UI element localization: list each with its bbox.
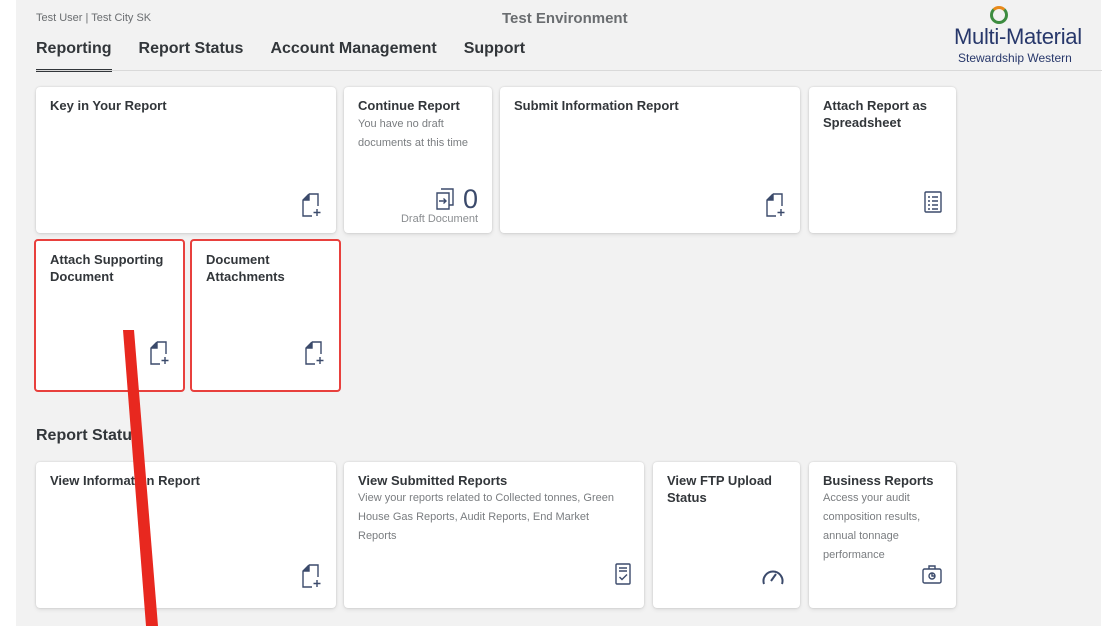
add-document-icon bbox=[301, 193, 323, 217]
tile-title: Submit Information Report bbox=[514, 98, 679, 113]
tab-account-management[interactable]: Account Management bbox=[270, 40, 436, 72]
user-info: Test User | Test City SK bbox=[36, 12, 152, 24]
main-nav: Reporting Report Status Account Manageme… bbox=[36, 40, 525, 72]
company-logo: Multi-Material Stewardship Western bbox=[954, 6, 1104, 72]
tile-subtitle: You have no draft documents at this time bbox=[358, 118, 469, 149]
logo-subtitle: Stewardship Western bbox=[958, 51, 1072, 65]
tile-title: Key in Your Report bbox=[50, 98, 167, 113]
tile-attach-spreadsheet[interactable]: Attach Report as Spreadsheet bbox=[809, 87, 956, 233]
environment-title: Test Environment bbox=[502, 10, 628, 27]
add-document-icon bbox=[304, 341, 326, 365]
tile-subtitle: Access your audit composition results, a… bbox=[823, 492, 921, 561]
tab-report-status[interactable]: Report Status bbox=[139, 40, 244, 72]
tile-view-ftp-upload-status[interactable]: View FTP Upload Status bbox=[653, 462, 800, 608]
tile-business-reports[interactable]: Business Reports Access your audit compo… bbox=[809, 462, 956, 608]
spreadsheet-icon bbox=[922, 190, 944, 214]
tile-title: View Submitted Reports bbox=[358, 473, 508, 488]
logo-title: Multi-Material bbox=[954, 24, 1082, 49]
tile-title: Attach Report as Spreadsheet bbox=[823, 98, 928, 130]
tile-title: View Information Report bbox=[50, 473, 200, 488]
tile-title: Document Attachments bbox=[206, 252, 285, 284]
tile-title: Attach Supporting Document bbox=[50, 252, 164, 284]
checklist-document-icon bbox=[612, 562, 634, 586]
draft-kpi: 0 bbox=[435, 185, 478, 213]
tile-title: View FTP Upload Status bbox=[667, 473, 772, 505]
tile-title: Continue Report bbox=[358, 98, 460, 113]
kpi-label: Draft Document bbox=[400, 213, 478, 225]
tile-key-in-report[interactable]: Key in Your Report bbox=[36, 87, 336, 233]
add-document-icon bbox=[149, 341, 171, 365]
tile-subtitle: View your reports related to Collected t… bbox=[358, 492, 614, 542]
gauge-icon bbox=[761, 566, 785, 586]
open-document-icon bbox=[435, 187, 457, 211]
business-suitcase-icon bbox=[921, 562, 943, 586]
tile-document-attachments[interactable]: Document Attachments bbox=[190, 239, 341, 392]
section-title-report-status: Report Status bbox=[36, 427, 141, 444]
draft-count: 0 bbox=[462, 184, 478, 214]
tab-reporting[interactable]: Reporting bbox=[36, 40, 112, 72]
logo-ring-icon bbox=[990, 6, 1008, 24]
add-document-icon bbox=[765, 193, 787, 217]
tile-submit-information-report[interactable]: Submit Information Report bbox=[500, 87, 800, 233]
tab-support[interactable]: Support bbox=[464, 40, 525, 72]
tile-title: Business Reports bbox=[823, 473, 934, 488]
tile-view-information-report[interactable]: View Information Report bbox=[36, 462, 336, 608]
add-document-icon bbox=[301, 564, 323, 588]
launchpad: Test User | Test City SK Test Environmen… bbox=[16, 0, 1104, 626]
nav-divider bbox=[36, 70, 1102, 71]
tile-view-submitted-reports[interactable]: View Submitted Reports View your reports… bbox=[344, 462, 644, 608]
tile-continue-report[interactable]: Continue Report You have no draft docume… bbox=[344, 87, 492, 233]
tile-attach-supporting-document[interactable]: Attach Supporting Document bbox=[34, 239, 185, 392]
